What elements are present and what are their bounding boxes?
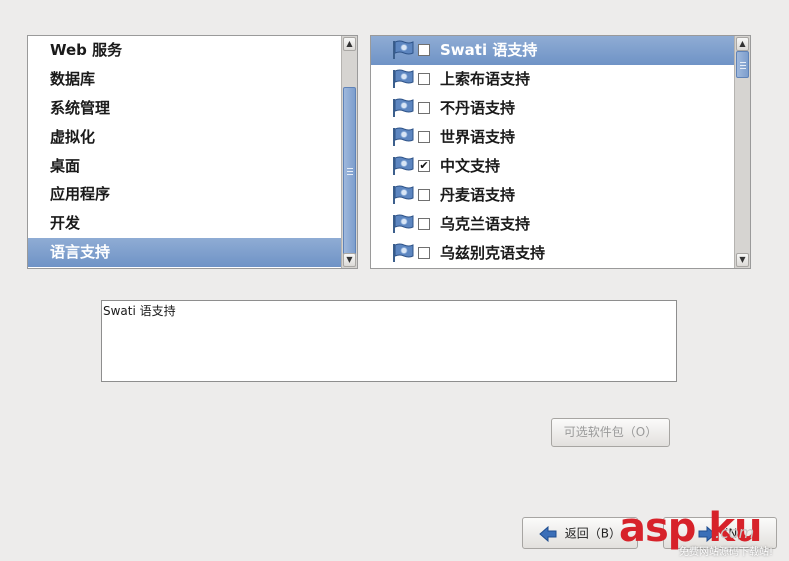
package-label: 世界语支持 bbox=[440, 128, 516, 146]
package-item[interactable]: 丹麦语支持 bbox=[371, 181, 734, 210]
package-checkbox[interactable] bbox=[418, 189, 430, 201]
category-item[interactable]: 虚拟化 bbox=[28, 123, 342, 152]
category-list-panel: Web 服务 数据库 系统管理 虚拟化 桌面 应用程序 开发 语言支持 ▲ ▼ bbox=[27, 35, 358, 269]
chevron-up-icon: ▲ bbox=[739, 39, 746, 48]
flag-icon bbox=[391, 40, 415, 60]
package-description: Swati 语支持 bbox=[101, 300, 677, 382]
package-item[interactable]: ✔ 中文支持 bbox=[371, 152, 734, 181]
flag-icon bbox=[391, 127, 415, 147]
package-item[interactable]: 不丹语支持 bbox=[371, 94, 734, 123]
category-item[interactable]: 语言支持 bbox=[28, 238, 342, 268]
package-list: Swati 语支持 上索布语支持 不丹语支持世界语支持 ✔ 中文支持丹麦语支持乌克兰语支… bbox=[371, 36, 734, 268]
package-checkbox[interactable] bbox=[418, 131, 430, 143]
category-item[interactable]: 开发 bbox=[28, 209, 342, 238]
flag-icon bbox=[391, 69, 415, 89]
scroll-thumb[interactable] bbox=[736, 51, 749, 78]
package-item[interactable]: 上索布语支持 bbox=[371, 65, 734, 94]
category-item[interactable]: 数据库 bbox=[28, 65, 342, 94]
chevron-down-icon: ▼ bbox=[346, 255, 353, 264]
flag-icon bbox=[391, 214, 415, 234]
package-item[interactable]: Swati 语支持 bbox=[371, 36, 734, 65]
package-item[interactable]: 世界语支持 bbox=[371, 123, 734, 152]
watermark-domain: .com bbox=[715, 523, 755, 542]
flag-icon bbox=[391, 98, 415, 118]
package-label: Swati 语支持 bbox=[440, 41, 538, 59]
category-item[interactable]: 桌面 bbox=[28, 152, 342, 181]
package-checkbox[interactable] bbox=[418, 247, 430, 259]
scroll-up-button[interactable]: ▲ bbox=[343, 37, 356, 51]
chevron-up-icon: ▲ bbox=[346, 39, 353, 48]
package-checkbox[interactable]: ✔ bbox=[418, 160, 430, 172]
package-list-panel: Swati 语支持 上索布语支持 不丹语支持世界语支持 ✔ 中文支持丹麦语支持乌克兰语支… bbox=[370, 35, 751, 269]
chevron-down-icon: ▼ bbox=[739, 255, 746, 264]
package-label: 上索布语支持 bbox=[440, 70, 531, 88]
optional-packages-button[interactable]: 可选软件包（O） bbox=[551, 418, 670, 447]
package-label: 乌克兰语支持 bbox=[440, 215, 531, 233]
arrow-left-icon bbox=[539, 525, 557, 542]
package-label: 丹麦语支持 bbox=[440, 186, 516, 204]
category-scrollbar[interactable]: ▲ ▼ bbox=[341, 36, 357, 268]
optional-packages-label: 可选软件包（O） bbox=[563, 425, 658, 439]
package-item[interactable]: 乌克兰语支持 bbox=[371, 210, 734, 239]
flag-icon bbox=[391, 243, 415, 263]
package-checkbox[interactable] bbox=[418, 73, 430, 85]
flag-icon bbox=[391, 156, 415, 176]
scroll-thumb[interactable] bbox=[343, 87, 356, 255]
package-item[interactable]: 乌兹别克语支持 bbox=[371, 239, 734, 268]
package-checkbox[interactable] bbox=[418, 218, 430, 230]
category-item[interactable]: 系统管理 bbox=[28, 94, 342, 123]
back-label: 返回（B） bbox=[564, 526, 622, 541]
package-checkbox[interactable] bbox=[418, 102, 430, 114]
watermark: asp ku .com 免费网站源码下载站! bbox=[615, 505, 789, 561]
flag-icon bbox=[391, 185, 415, 205]
package-label: 乌兹别克语支持 bbox=[440, 244, 546, 262]
scroll-up-button[interactable]: ▲ bbox=[736, 37, 749, 51]
package-label: 中文支持 bbox=[440, 157, 501, 175]
description-text: Swati 语支持 bbox=[103, 304, 176, 318]
watermark-subtitle: 免费网站源码下载站! bbox=[679, 547, 774, 558]
scroll-down-button[interactable]: ▼ bbox=[736, 253, 749, 267]
package-label: 不丹语支持 bbox=[440, 99, 516, 117]
category-list: Web 服务 数据库 系统管理 虚拟化 桌面 应用程序 开发 语言支持 bbox=[28, 36, 342, 268]
category-item[interactable]: Web 服务 bbox=[28, 36, 342, 65]
package-checkbox[interactable] bbox=[418, 44, 430, 56]
scroll-down-button[interactable]: ▼ bbox=[343, 253, 356, 267]
category-item[interactable]: 应用程序 bbox=[28, 180, 342, 209]
package-scrollbar[interactable]: ▲ ▼ bbox=[734, 36, 750, 268]
